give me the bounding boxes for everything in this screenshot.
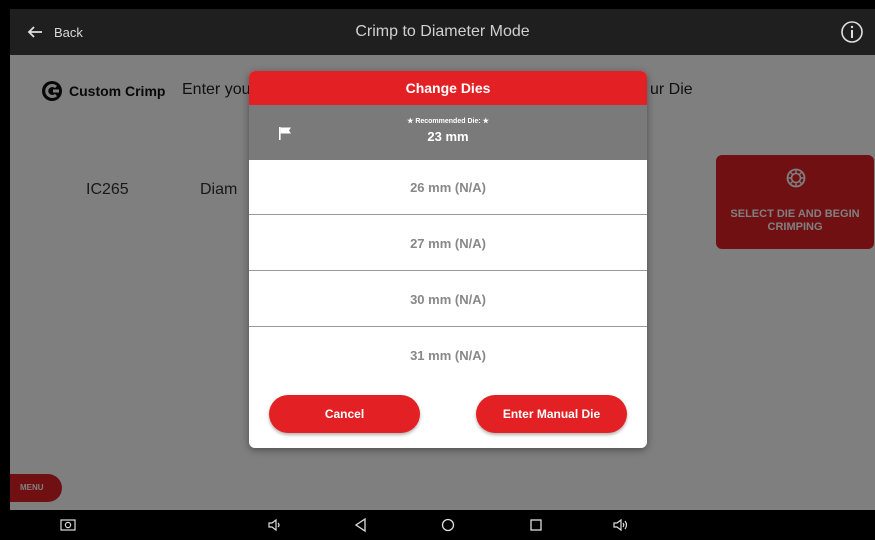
home-circle-icon[interactable] — [440, 517, 456, 533]
die-option[interactable]: 30 mm (N/A) — [249, 272, 647, 327]
enter-manual-die-button[interactable]: Enter Manual Die — [476, 395, 627, 433]
page-title: Crimp to Diameter Mode — [355, 23, 530, 40]
recommended-label: ★ Recommended Die: ★ — [407, 118, 489, 125]
back-button[interactable]: Back — [26, 20, 83, 44]
info-icon[interactable] — [840, 20, 864, 44]
recommended-value: 23 mm — [427, 129, 469, 144]
back-label: Back — [54, 24, 83, 40]
top-bar: Crimp to Diameter Mode Back — [10, 9, 875, 55]
recommended-die-option[interactable]: ★ Recommended Die: ★ 23 mm — [249, 105, 647, 160]
die-option[interactable]: 27 mm (N/A) — [249, 216, 647, 271]
dialog-title: Change Dies — [249, 71, 647, 105]
back-arrow-icon — [27, 26, 42, 38]
system-nav-bar — [10, 510, 875, 540]
volume-up-icon[interactable] — [613, 517, 629, 533]
screenshot-icon[interactable] — [60, 517, 76, 533]
back-triangle-icon[interactable] — [353, 517, 369, 533]
recents-square-icon[interactable] — [528, 517, 544, 533]
change-dies-dialog: Change Dies ★ Recommended Die: ★ 23 mm 2… — [249, 71, 647, 448]
volume-down-icon[interactable] — [267, 517, 283, 533]
die-option[interactable]: 31 mm (N/A) — [249, 328, 647, 383]
cancel-button[interactable]: Cancel — [269, 395, 420, 433]
die-option[interactable]: 26 mm (N/A) — [249, 160, 647, 215]
app-window: Crimp to Diameter Mode Back Custom Crimp… — [10, 9, 875, 540]
